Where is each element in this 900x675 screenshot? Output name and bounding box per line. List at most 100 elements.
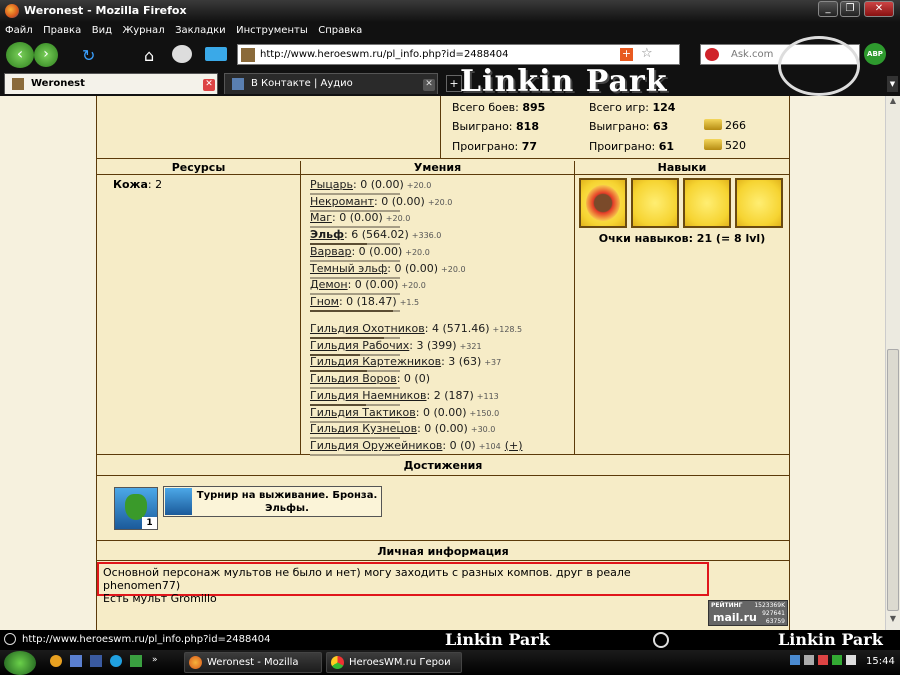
skill-progress-track — [310, 453, 400, 456]
skill-name-link[interactable]: Эльф — [310, 228, 344, 241]
rating-counter[interactable]: РЕЙТИНГ mail.ru 1523369K 927641 63759 — [708, 600, 788, 626]
skill-value: : 0 (0.00) — [332, 211, 383, 225]
skill-bonus: +128.5 — [492, 325, 523, 334]
skill-name-link[interactable]: Варвар — [310, 245, 351, 258]
theme-logo-icon — [4, 633, 16, 645]
perk-slot-empty[interactable] — [683, 178, 731, 228]
home-icon[interactable]: ⌂ — [144, 46, 154, 65]
taskbar-item-label: Weronest - Mozilla Fir... — [207, 657, 299, 668]
skill-row: Рыцарь: 0 (0.00) +20.0 — [310, 178, 431, 195]
skill-bonus: +104 — [478, 441, 501, 451]
skill-row: Некромант: 0 (0.00) +20.0 — [310, 195, 452, 212]
reload-icon[interactable]: ↻ — [82, 46, 95, 65]
skill-name-link[interactable]: Гильдия Тактиков — [310, 406, 416, 419]
page-content: Всего боев: 895 Выиграно: 818 Проиграно:… — [0, 96, 885, 630]
menu-tools[interactable]: Инструменты — [236, 22, 308, 40]
skill-bonus: +321 — [459, 341, 482, 351]
minimize-button[interactable]: _ — [818, 1, 838, 17]
tray-icon[interactable] — [804, 655, 814, 665]
window-title: Weronest - Mozilla Firefox — [24, 4, 187, 17]
site-favicon — [241, 48, 255, 62]
perk-slot-empty[interactable] — [735, 178, 783, 228]
skill-bonus: +37 — [484, 358, 502, 368]
close-tab-icon[interactable]: ✕ — [423, 79, 435, 91]
games-lost-stat: Проиграно: 61 — [589, 140, 675, 153]
tab-favicon — [12, 78, 24, 90]
scroll-down-icon[interactable]: ▼ — [887, 614, 899, 628]
scroll-up-icon[interactable]: ▲ — [887, 96, 899, 110]
skill-name-link[interactable]: Некромант — [310, 195, 374, 208]
guild-expand-link[interactable]: (+) — [505, 439, 523, 452]
add-icon[interactable]: + — [620, 48, 633, 61]
skill-name-link[interactable]: Рыцарь — [310, 178, 353, 191]
back-button[interactable]: ‹ — [6, 42, 34, 68]
toolbar-icon[interactable] — [205, 47, 227, 61]
skill-bonus: +113 — [476, 391, 499, 401]
quicklaunch-icon[interactable] — [90, 655, 102, 667]
skill-name-link[interactable]: Гном — [310, 295, 339, 308]
scroll-thumb[interactable] — [887, 349, 899, 611]
taskbar-chrome[interactable]: HeroesWM.ru Герои в... — [326, 652, 462, 673]
skill-name-link[interactable]: Демон — [310, 278, 348, 291]
achievement-card[interactable]: Турнир на выживание. Бронза. Эльфы. — [163, 486, 382, 517]
chrome-icon — [331, 656, 344, 669]
menu-history[interactable]: Журнал — [122, 22, 164, 40]
gold-icon — [704, 119, 722, 130]
skill-name-link[interactable]: Гильдия Наемников — [310, 389, 427, 402]
quicklaunch-icon[interactable] — [70, 655, 82, 667]
theme-logo-icon — [653, 632, 669, 648]
skill-row: Гильдия Воров: 0 (0) — [310, 372, 433, 390]
address-bar[interactable]: http://www.heroeswm.ru/pl_info.php?id=24… — [237, 44, 680, 65]
windows-taskbar: » Weronest - Mozilla Fir... HeroesWM.ru … — [0, 650, 900, 675]
tray-icon[interactable] — [846, 655, 856, 665]
skill-row: Гильдия Кузнецов: 0 (0.00) +30.0 — [310, 422, 495, 440]
start-button[interactable] — [4, 651, 36, 675]
quicklaunch-more-icon[interactable]: » — [152, 655, 164, 667]
vertical-scrollbar[interactable]: ▲ ▼ — [885, 96, 900, 630]
skill-value: : 0 (0.00) — [347, 278, 399, 292]
tray-icon[interactable] — [832, 655, 842, 665]
skill-value: : 3 (63) — [441, 355, 482, 369]
perk-slot[interactable] — [579, 178, 627, 228]
menu-edit[interactable]: Правка — [43, 22, 81, 40]
skill-row: Маг: 0 (0.00) +20.0 — [310, 211, 410, 229]
close-button[interactable]: ✕ — [864, 1, 894, 17]
skill-name-link[interactable]: Гильдия Охотников — [310, 322, 425, 335]
tab-vkontakte[interactable]: В Контакте | Аудио ✕ — [224, 73, 438, 94]
tray-icon[interactable] — [790, 655, 800, 665]
skype-icon[interactable] — [110, 655, 122, 667]
tray-icon[interactable] — [818, 655, 828, 665]
personal-line-2: Есть мульт Gromillo — [103, 592, 217, 605]
adblock-icon[interactable]: ABP — [864, 43, 886, 65]
menu-file[interactable]: Файл — [5, 22, 33, 40]
quicklaunch-icon[interactable] — [130, 655, 142, 667]
forward-button[interactable]: › — [34, 43, 58, 67]
clock[interactable]: 15:44 — [866, 656, 895, 667]
skill-name-link[interactable]: Гильдия Оружейников — [310, 439, 442, 452]
skill-name-link[interactable]: Темный эльф — [310, 262, 387, 275]
skill-row: Гильдия Тактиков: 0 (0.00) +150.0 — [310, 406, 499, 423]
games-won-stat: Выиграно: 63 — [589, 120, 669, 133]
tab-label: В Контакте | Аудио — [251, 78, 353, 89]
theme-banner-text: Linkin Park — [778, 630, 883, 649]
close-tab-icon[interactable]: ✕ — [203, 79, 215, 91]
tab-weronest[interactable]: Weronest ✕ — [4, 73, 218, 94]
quicklaunch-icon[interactable] — [50, 655, 62, 667]
menu-view[interactable]: Вид — [92, 22, 112, 40]
won-stat: Выиграно: 818 — [452, 120, 539, 133]
maximize-button[interactable]: ❐ — [840, 1, 860, 17]
skill-value: : 4 (571.46) — [424, 322, 490, 335]
perk-slot-empty[interactable] — [631, 178, 679, 228]
chat-icon[interactable] — [172, 45, 192, 63]
skill-name-link[interactable]: Гильдия Кузнецов — [310, 422, 417, 435]
menu-help[interactable]: Справка — [318, 22, 362, 40]
achievement-badge[interactable]: 1 — [114, 487, 158, 530]
skill-name-link[interactable]: Гильдия Картежников — [310, 355, 441, 368]
taskbar-firefox[interactable]: Weronest - Mozilla Fir... — [184, 652, 322, 673]
bookmark-star-icon[interactable]: ☆ — [641, 46, 653, 61]
skill-name-link[interactable]: Гильдия Рабочих — [310, 339, 409, 352]
skill-name-link[interactable]: Гильдия Воров — [310, 372, 397, 385]
menu-bookmarks[interactable]: Закладки — [175, 22, 226, 40]
skill-name-link[interactable]: Маг — [310, 211, 332, 224]
achievements-header: Достижения — [403, 459, 483, 472]
